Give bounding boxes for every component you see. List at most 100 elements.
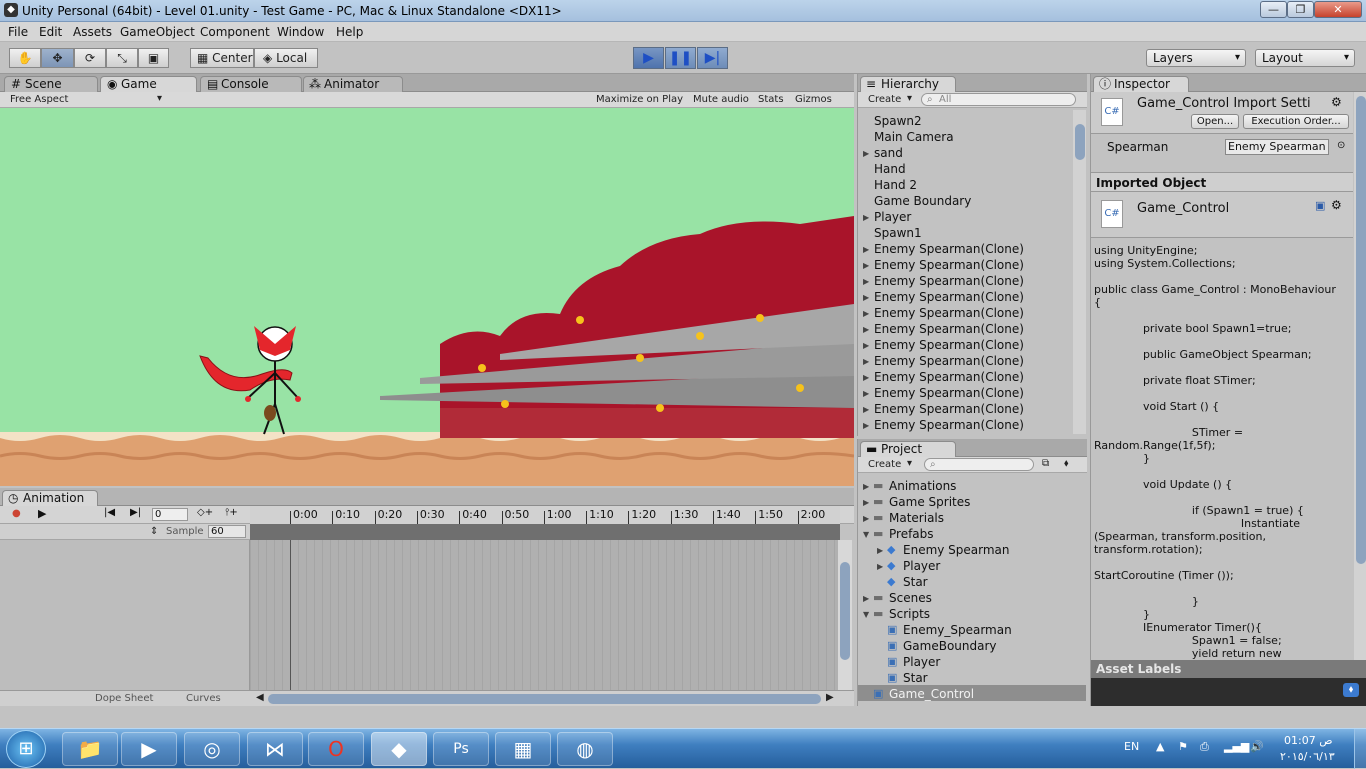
hierarchy-item[interactable]: Enemy Spearman(Clone) <box>874 402 1024 416</box>
tab-animation[interactable]: ◷ Animation <box>2 490 98 506</box>
scale-tool-icon[interactable]: ⤡ <box>106 48 138 68</box>
project-item[interactable]: Star <box>903 575 928 589</box>
project-item[interactable]: Scenes <box>889 591 932 605</box>
clip-arrow-icon[interactable]: ⇕ <box>150 526 158 537</box>
hierarchy-search-input[interactable]: ⌕ All <box>921 93 1076 106</box>
tab-project[interactable]: ▬ Project <box>860 441 956 457</box>
hierarchy-item[interactable]: Enemy Spearman(Clone) <box>874 418 1024 432</box>
expand-arrow-icon[interactable]: ▶ <box>863 325 869 334</box>
expand-arrow-icon[interactable]: ▶ <box>877 562 883 571</box>
hierarchy-item[interactable]: Player <box>874 210 911 224</box>
pause-button[interactable]: ❚❚ <box>665 47 696 69</box>
expand-arrow-icon[interactable]: ▶ <box>863 293 869 302</box>
clock-date[interactable]: ٢٠١٥/٠٦/١٣ <box>1280 750 1335 763</box>
project-search-input[interactable]: ⌕ <box>924 458 1034 471</box>
tab-game[interactable]: ◉ Game <box>100 76 197 92</box>
stats-toggle[interactable]: Stats <box>758 94 784 105</box>
hierarchy-item[interactable]: Enemy Spearman(Clone) <box>874 274 1024 288</box>
visual-studio-taskbar-icon[interactable]: ⋈ <box>247 732 303 766</box>
expand-arrow-icon[interactable]: ▶ <box>863 389 869 398</box>
network-signal-icon[interactable]: ▂▄▆ <box>1224 740 1249 753</box>
start-button[interactable]: ⊞ <box>6 730 46 768</box>
language-indicator[interactable]: EN <box>1124 740 1139 753</box>
project-item[interactable]: Animations <box>889 479 956 493</box>
show-hidden-icons[interactable]: ▲ <box>1156 740 1164 753</box>
expand-arrow-icon[interactable]: ▶ <box>863 309 869 318</box>
expand-arrow-icon[interactable]: ▶ <box>863 405 869 414</box>
layout-dropdown[interactable]: Layout <box>1255 49 1355 67</box>
curves-button[interactable]: Curves <box>186 693 221 704</box>
maximize-on-play-toggle[interactable]: Maximize on Play <box>596 94 683 105</box>
rotate-tool-icon[interactable]: ⟳ <box>74 48 106 68</box>
hierarchy-item[interactable]: Game Boundary <box>874 194 971 208</box>
menu-window[interactable]: Window <box>277 25 324 39</box>
opera-taskbar-icon[interactable]: O <box>308 732 364 766</box>
hierarchy-item[interactable]: Main Camera <box>874 130 954 144</box>
project-item[interactable]: Materials <box>889 511 944 525</box>
menu-help[interactable]: Help <box>336 25 363 39</box>
hierarchy-scroll-thumb[interactable] <box>1075 124 1085 160</box>
tab-console[interactable]: ▤ Console <box>200 76 302 92</box>
dope-sheet-button[interactable]: Dope Sheet <box>95 693 153 704</box>
hierarchy-item[interactable]: Enemy Spearman(Clone) <box>874 306 1024 320</box>
menu-edit[interactable]: Edit <box>39 25 62 39</box>
expand-arrow-icon[interactable]: ▶ <box>863 373 869 382</box>
frame-field[interactable]: 0 <box>152 508 188 521</box>
game-viewport[interactable] <box>0 108 854 486</box>
filter-type-icon[interactable]: ⧉ <box>1042 458 1049 469</box>
expand-arrow-icon[interactable]: ▶ <box>863 341 869 350</box>
photoshop-taskbar-icon[interactable]: Ps <box>433 732 489 766</box>
expand-arrow-icon[interactable]: ▶ <box>863 498 869 507</box>
hierarchy-item[interactable]: Enemy Spearman(Clone) <box>874 354 1024 368</box>
inspector-scroll-thumb[interactable] <box>1356 96 1366 564</box>
expand-arrow-icon[interactable]: ▶ <box>877 546 883 555</box>
expand-arrow-icon[interactable]: ▶ <box>863 594 869 603</box>
pivot-center-button[interactable]: ▦ Center <box>190 48 254 68</box>
close-button[interactable]: ✕ <box>1314 1 1362 18</box>
expand-arrow-icon[interactable]: ▼ <box>863 530 869 539</box>
tool-taskbar-icon[interactable]: ▦ <box>495 732 551 766</box>
anim-hscroll-thumb[interactable] <box>268 694 821 704</box>
play-button[interactable]: ▶ <box>633 47 664 69</box>
explorer-taskbar-icon[interactable]: 📁 <box>62 732 118 766</box>
expand-arrow-icon[interactable]: ▶ <box>863 514 869 523</box>
tab-animator[interactable]: ⁂ Animator <box>303 76 403 92</box>
media-player-taskbar-icon[interactable]: ▶ <box>121 732 177 766</box>
open-button[interactable]: Open... <box>1191 114 1239 129</box>
anim-play-icon[interactable]: ▶ <box>38 507 46 520</box>
project-item[interactable]: GameBoundary <box>903 639 997 653</box>
layers-dropdown[interactable]: Layers <box>1146 49 1246 67</box>
project-item[interactable]: Enemy_Spearman <box>903 623 1012 637</box>
project-list[interactable]: ▶ ▬ Animations ▶ ▬ Game Sprites ▶ ▬ Materials ▼ ▬ P… <box>858 475 1086 706</box>
prev-key-icon[interactable]: |◀ <box>104 507 115 518</box>
hierarchy-item[interactable]: Enemy Spearman(Clone) <box>874 258 1024 272</box>
add-keyframe-icon[interactable]: ◇+ <box>197 507 213 518</box>
menu-file[interactable]: File <box>8 25 28 39</box>
tab-hierarchy[interactable]: ≡ Hierarchy <box>860 76 956 92</box>
expand-arrow-icon[interactable]: ▶ <box>863 421 869 430</box>
hierarchy-scrollbar[interactable] <box>1073 110 1086 434</box>
menu-gameobject[interactable]: GameObject <box>120 25 195 39</box>
show-desktop-button[interactable] <box>1354 729 1366 769</box>
project-item[interactable]: Game_Control <box>889 687 974 701</box>
add-event-icon[interactable]: ⫯+ <box>225 507 238 518</box>
expand-arrow-icon[interactable]: ▶ <box>863 245 869 254</box>
hscroll-right-icon[interactable]: ▶ <box>826 692 834 703</box>
spearman-object-field[interactable]: Enemy Spearman <box>1225 139 1329 155</box>
pivot-local-button[interactable]: ◈ Local <box>254 48 318 68</box>
dopesheet-area[interactable] <box>250 540 840 690</box>
hierarchy-item[interactable]: Hand 2 <box>874 178 917 192</box>
gizmos-dropdown[interactable]: Gizmos <box>795 94 832 105</box>
label-tag-icon[interactable]: ⬧ <box>1343 683 1359 697</box>
expand-arrow-icon[interactable]: ▶ <box>863 482 869 491</box>
execution-order-button[interactable]: Execution Order... <box>1243 114 1349 129</box>
object-gear-icon[interactable]: ⚙ <box>1331 198 1342 212</box>
hierarchy-item[interactable]: Enemy Spearman(Clone) <box>874 290 1024 304</box>
volume-icon[interactable]: 🔊 <box>1250 740 1264 753</box>
hand-tool-icon[interactable]: ✋ <box>9 48 41 68</box>
printer-icon[interactable]: ⎙ <box>1200 740 1209 754</box>
hierarchy-item[interactable]: sand <box>874 146 903 160</box>
network-app-taskbar-icon[interactable]: ◍ <box>557 732 613 766</box>
hscroll-left-icon[interactable]: ◀ <box>256 692 264 703</box>
record-icon[interactable]: ● <box>12 508 21 519</box>
